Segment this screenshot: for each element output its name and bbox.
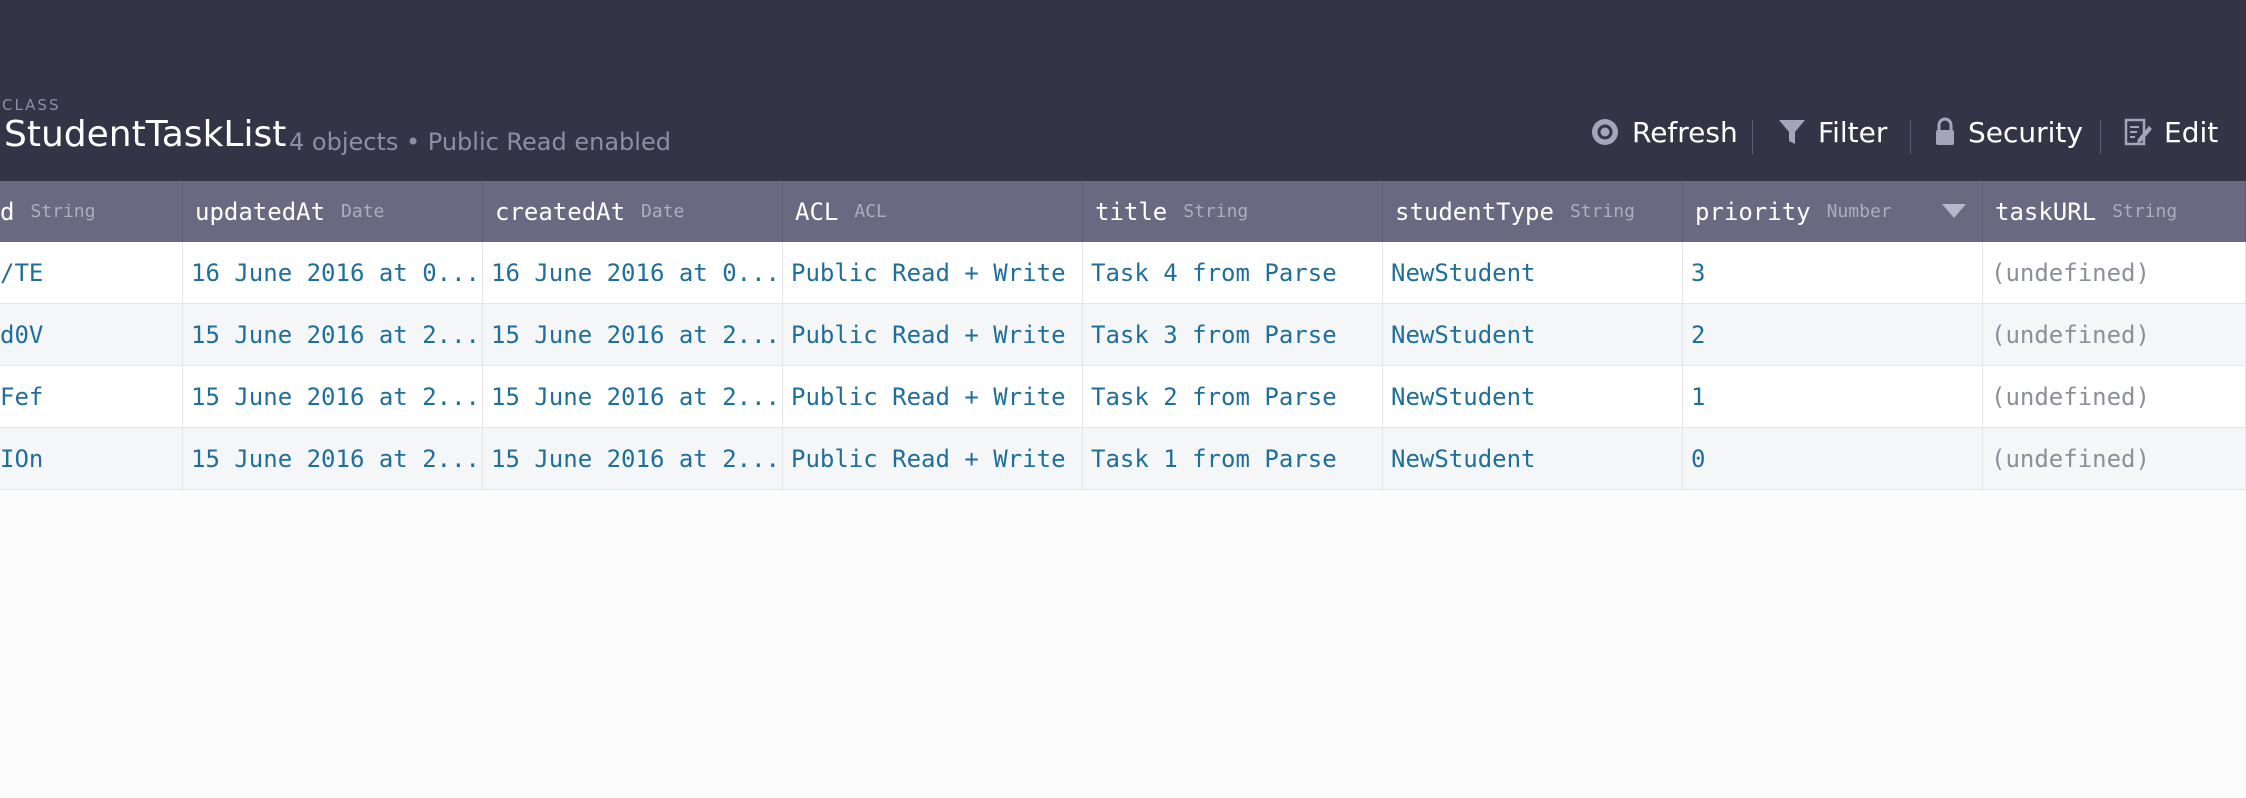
toolbar-divider	[2100, 120, 2101, 154]
column-header-5[interactable]: studentType String	[1383, 181, 1683, 242]
table-cell[interactable]: 15 June 2016 at 2...	[183, 304, 483, 366]
edit-button[interactable]: Edit	[2124, 110, 2218, 154]
security-label: Security	[1968, 115, 2083, 149]
edit-icon	[2124, 118, 2152, 146]
column-header-0[interactable]: d String	[0, 181, 183, 242]
column-name: taskURL	[1995, 197, 2097, 226]
table-cell[interactable]: Public Read + Write	[783, 366, 1083, 428]
column-header-7[interactable]: taskURL String	[1983, 181, 2246, 242]
class-subtitle: 4 objects • Public Read enabled	[289, 128, 671, 156]
refresh-label: Refresh	[1632, 115, 1738, 149]
table-cell[interactable]: NewStudent	[1383, 366, 1683, 428]
column-header-4[interactable]: title String	[1083, 181, 1383, 242]
column-type: String	[30, 201, 96, 222]
table-cell[interactable]: 16 June 2016 at 0...	[183, 242, 483, 304]
column-type: ACL	[854, 201, 887, 222]
table-cell[interactable]: 1	[1683, 366, 1983, 428]
filter-button[interactable]: Filter	[1778, 110, 1887, 154]
table-cell[interactable]: 2	[1683, 304, 1983, 366]
column-header-1[interactable]: updatedAt Date	[183, 181, 483, 242]
table-cell[interactable]: (undefined)	[1983, 428, 2246, 490]
column-name: title	[1095, 197, 1168, 226]
table-cell[interactable]: 0	[1683, 428, 1983, 490]
lock-icon	[1936, 117, 1954, 145]
table-cell[interactable]: (undefined)	[1983, 304, 2246, 366]
table-cell[interactable]: NewStudent	[1383, 304, 1683, 366]
table-cell[interactable]: Fef	[0, 366, 183, 428]
column-name: d	[0, 197, 15, 226]
table-cell[interactable]: (undefined)	[1983, 366, 2246, 428]
sort-down-icon[interactable]	[1942, 204, 1966, 218]
table-cell[interactable]: 15 June 2016 at 2...	[483, 304, 783, 366]
column-name: ACL	[795, 197, 839, 226]
edit-label: Edit	[2164, 115, 2219, 149]
class-name: StudentTaskList	[4, 114, 287, 155]
column-type: String	[1183, 201, 1249, 222]
column-type: String	[2112, 201, 2178, 222]
table-cell[interactable]: 15 June 2016 at 2...	[183, 366, 483, 428]
table-cell[interactable]: Public Read + Write	[783, 242, 1083, 304]
column-name: createdAt	[495, 197, 626, 226]
table-row[interactable]: Fef 15 June 2016 at 2... 15 June 2016 at 2…	[0, 366, 2246, 428]
table-cell[interactable]: Task 3 from Parse	[1083, 304, 1383, 366]
table-cell[interactable]: d0V	[0, 304, 183, 366]
column-header-2[interactable]: createdAt Date	[483, 181, 783, 242]
column-type: Date	[641, 201, 685, 222]
filter-label: Filter	[1818, 115, 1888, 149]
browser-header: CLASS StudentTaskList 4 objects • Public…	[0, 0, 2246, 181]
table-cell[interactable]: Task 2 from Parse	[1083, 366, 1383, 428]
column-name: priority	[1695, 197, 1811, 226]
table-cell[interactable]: 15 June 2016 at 2...	[483, 428, 783, 490]
column-name: updatedAt	[195, 197, 326, 226]
table-cell[interactable]: 16 June 2016 at 0...	[483, 242, 783, 304]
table-cell[interactable]: IOn	[0, 428, 183, 490]
column-type: Number	[1826, 201, 1892, 222]
table-cell[interactable]: NewStudent	[1383, 242, 1683, 304]
column-type: Date	[341, 201, 385, 222]
table-cell[interactable]: 3	[1683, 242, 1983, 304]
security-button[interactable]: Security	[1934, 110, 2083, 154]
table-header: d String updatedAt Date createdAt Date ACL ACL t…	[0, 181, 2246, 242]
toolbar-divider	[1752, 120, 1753, 154]
toolbar-divider	[1910, 120, 1911, 154]
table-cell[interactable]: Task 4 from Parse	[1083, 242, 1383, 304]
table-cell[interactable]: /TE	[0, 242, 183, 304]
table-cell[interactable]: (undefined)	[1983, 242, 2246, 304]
column-name: studentType	[1395, 197, 1554, 226]
column-type: String	[1569, 201, 1635, 222]
column-header-3[interactable]: ACL ACL	[783, 181, 1083, 242]
table-row[interactable]: d0V 15 June 2016 at 2... 15 June 2016 at 2…	[0, 304, 2246, 366]
table-cell[interactable]: Task 1 from Parse	[1083, 428, 1383, 490]
table-cell[interactable]: Public Read + Write	[783, 428, 1083, 490]
filter-icon	[1779, 120, 1805, 144]
class-label: CLASS	[2, 96, 61, 114]
refresh-icon	[1592, 119, 1618, 145]
refresh-button[interactable]: Refresh	[1590, 110, 1738, 154]
table-cell[interactable]: 15 June 2016 at 2...	[483, 366, 783, 428]
table-row[interactable]: /TE 16 June 2016 at 0... 16 June 2016 at 0…	[0, 242, 2246, 304]
table-row[interactable]: IOn 15 June 2016 at 2... 15 June 2016 at 2…	[0, 428, 2246, 490]
table-cell[interactable]: Public Read + Write	[783, 304, 1083, 366]
column-header-6[interactable]: priority Number	[1683, 181, 1983, 242]
table-cell[interactable]: NewStudent	[1383, 428, 1683, 490]
table-cell[interactable]: 15 June 2016 at 2...	[183, 428, 483, 490]
